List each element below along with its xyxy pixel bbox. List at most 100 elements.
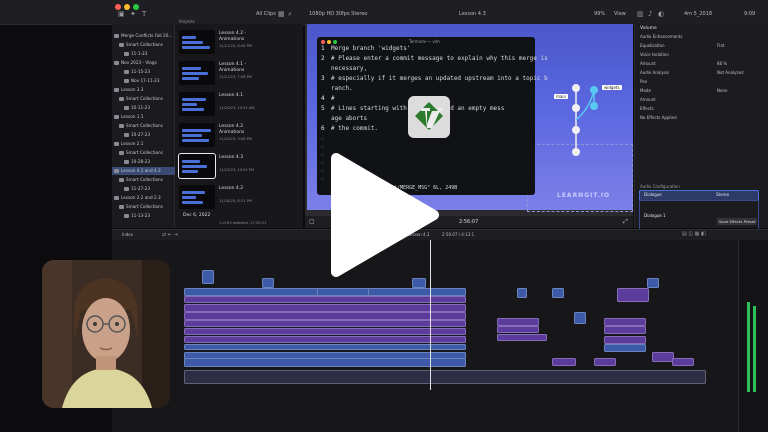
terminal-minimize-button[interactable] bbox=[327, 40, 331, 44]
library-item[interactable]: Smart Collections bbox=[112, 176, 181, 184]
library-item[interactable]: Smart Collections bbox=[112, 203, 181, 211]
config-row-dialogue-1[interactable]: Dialogue 1 bbox=[639, 200, 759, 230]
library-item[interactable]: Lesson 3.3 bbox=[112, 86, 176, 94]
smart-collection-icon bbox=[119, 97, 124, 101]
timeline-clip[interactable] bbox=[552, 288, 564, 298]
timeline-clip[interactable] bbox=[604, 326, 646, 334]
project-title: Lesson 4.2 bbox=[219, 124, 244, 129]
fullscreen-icon[interactable]: ⤢ bbox=[623, 218, 628, 226]
inspector-row-value[interactable]: None bbox=[717, 88, 727, 93]
project-thumbnail[interactable] bbox=[179, 61, 215, 85]
edit-tools-icon[interactable]: ⇄ ⇤ ⇥ bbox=[162, 232, 178, 238]
library-item[interactable]: Smart Collections bbox=[112, 122, 181, 130]
timeline-clip[interactable] bbox=[184, 320, 466, 327]
titles-icon[interactable]: T bbox=[142, 10, 146, 18]
timeline-clip[interactable] bbox=[517, 288, 527, 298]
project-thumbnail[interactable] bbox=[179, 92, 215, 116]
library-item-label: Nov 2023 - Vlogs bbox=[121, 60, 157, 65]
thumbnail-bar bbox=[182, 191, 205, 194]
timeline-clip[interactable] bbox=[202, 270, 214, 284]
event-icon bbox=[124, 187, 129, 191]
color-icon[interactable]: ◐ bbox=[658, 10, 664, 18]
inspector-row-label: Pan bbox=[640, 79, 648, 84]
timeline-clip[interactable] bbox=[604, 318, 646, 326]
timeline-clip[interactable] bbox=[604, 344, 646, 352]
timeline-view-icons[interactable]: ▤ ◫ ▦ ◧ bbox=[682, 231, 706, 237]
timeline-clip[interactable] bbox=[574, 312, 586, 324]
timeline-clip[interactable] bbox=[184, 296, 466, 303]
library-item[interactable]: Lesson 2.1 bbox=[112, 140, 176, 148]
library-icon bbox=[114, 196, 119, 200]
timeline-clip[interactable] bbox=[184, 358, 466, 367]
timeline-clip[interactable] bbox=[604, 336, 646, 344]
timeline-clip[interactable] bbox=[497, 334, 547, 341]
library-icon bbox=[114, 169, 119, 173]
library-item-label: Lesson 3.3 bbox=[121, 87, 144, 92]
clips-filter[interactable]: All Clips bbox=[256, 11, 276, 17]
inspector-row-value[interactable]: Flat bbox=[717, 43, 724, 48]
timeline-clip[interactable] bbox=[184, 336, 466, 343]
thumbnail-bar bbox=[182, 160, 200, 163]
view-dropdown[interactable]: View bbox=[614, 11, 626, 17]
project-thumbnail[interactable] bbox=[179, 123, 215, 147]
timeline-clip[interactable] bbox=[672, 358, 694, 366]
library-item[interactable]: Smart Collections bbox=[112, 95, 181, 103]
empty-line-marker: ~ bbox=[321, 137, 325, 143]
git-graph bbox=[572, 84, 598, 156]
browser-header: Projects bbox=[179, 19, 195, 24]
library-item-label: Lesson 2.2 and 2.3 bbox=[121, 195, 161, 200]
timeline-clip[interactable] bbox=[617, 288, 649, 302]
timeline-clip[interactable] bbox=[647, 278, 659, 288]
commit-node bbox=[572, 148, 580, 156]
thumbnail-bar bbox=[182, 165, 207, 168]
project-thumbnail[interactable] bbox=[179, 185, 215, 209]
index-button[interactable]: Index bbox=[122, 232, 133, 237]
event-icon bbox=[124, 133, 129, 137]
event-icon bbox=[124, 52, 129, 56]
library-item[interactable]: Lesson 2.2 and 2.3 bbox=[112, 194, 176, 202]
timeline-clip[interactable] bbox=[497, 326, 539, 333]
terminal-zoom-button[interactable] bbox=[333, 40, 337, 44]
inspector-row-label: Mode bbox=[640, 88, 651, 93]
timeline-clip[interactable] bbox=[552, 358, 576, 366]
library-icon[interactable]: ▣ bbox=[118, 10, 125, 18]
timeline-clip[interactable] bbox=[594, 358, 616, 366]
inspector-icon[interactable]: ▥ bbox=[637, 10, 644, 18]
zoom-dropdown[interactable]: 99% bbox=[594, 11, 605, 17]
library-item[interactable]: Smart Collections bbox=[112, 41, 181, 49]
project-date: 11/23/23, 10:51 PM bbox=[219, 168, 255, 172]
timeline-clip[interactable] bbox=[652, 352, 674, 362]
timeline-clip[interactable] bbox=[497, 318, 539, 326]
library-item-label: Smart Collections bbox=[126, 42, 163, 47]
project-thumbnail[interactable] bbox=[178, 153, 216, 179]
filmstrip-icon[interactable]: ▦ bbox=[278, 10, 285, 18]
inspector-row-value[interactable]: Not Analyzed bbox=[717, 70, 744, 75]
thumbnail-bar bbox=[182, 103, 197, 106]
inspector-row-label: No Effects Applied bbox=[640, 115, 677, 120]
timeline-clip[interactable] bbox=[184, 304, 466, 312]
save-effects-preset-button[interactable]: Save Effects Preset bbox=[717, 218, 758, 225]
search-icon[interactable]: ⌕ bbox=[288, 10, 292, 19]
terminal-close-button[interactable] bbox=[321, 40, 325, 44]
inspector-row-value[interactable]: 88 % bbox=[717, 61, 727, 66]
library-item-label: Smart Collections bbox=[126, 150, 163, 155]
photos-icon[interactable]: ✦ bbox=[130, 10, 136, 18]
timeline-clip[interactable] bbox=[317, 288, 369, 296]
library-item[interactable]: Nov 2023 - Vlogs bbox=[112, 59, 176, 67]
audio-icon[interactable]: ♪ bbox=[648, 10, 652, 18]
viewer-transform-icon[interactable]: ▢ bbox=[309, 218, 315, 225]
timeline-clip[interactable] bbox=[184, 370, 706, 384]
play-icon[interactable] bbox=[324, 150, 442, 280]
timeline-clip[interactable] bbox=[184, 344, 466, 350]
inspector-row-label: Effects bbox=[640, 106, 654, 111]
library-item[interactable]: Lesson 1.1 bbox=[112, 113, 176, 121]
library-item[interactable]: Merge Conflicts Fall 20... bbox=[112, 32, 176, 40]
library-item[interactable]: Lesson 4.1 and 4.3 bbox=[112, 167, 176, 175]
timeline-clip[interactable] bbox=[184, 312, 466, 320]
project-thumbnail[interactable] bbox=[179, 30, 215, 54]
timeline-clip[interactable] bbox=[184, 328, 466, 335]
timeline-clip[interactable] bbox=[262, 278, 274, 288]
library-item[interactable]: Smart Collections bbox=[112, 149, 181, 157]
inspector-title: Volume bbox=[640, 26, 657, 31]
thumbnail-bar bbox=[182, 77, 199, 80]
